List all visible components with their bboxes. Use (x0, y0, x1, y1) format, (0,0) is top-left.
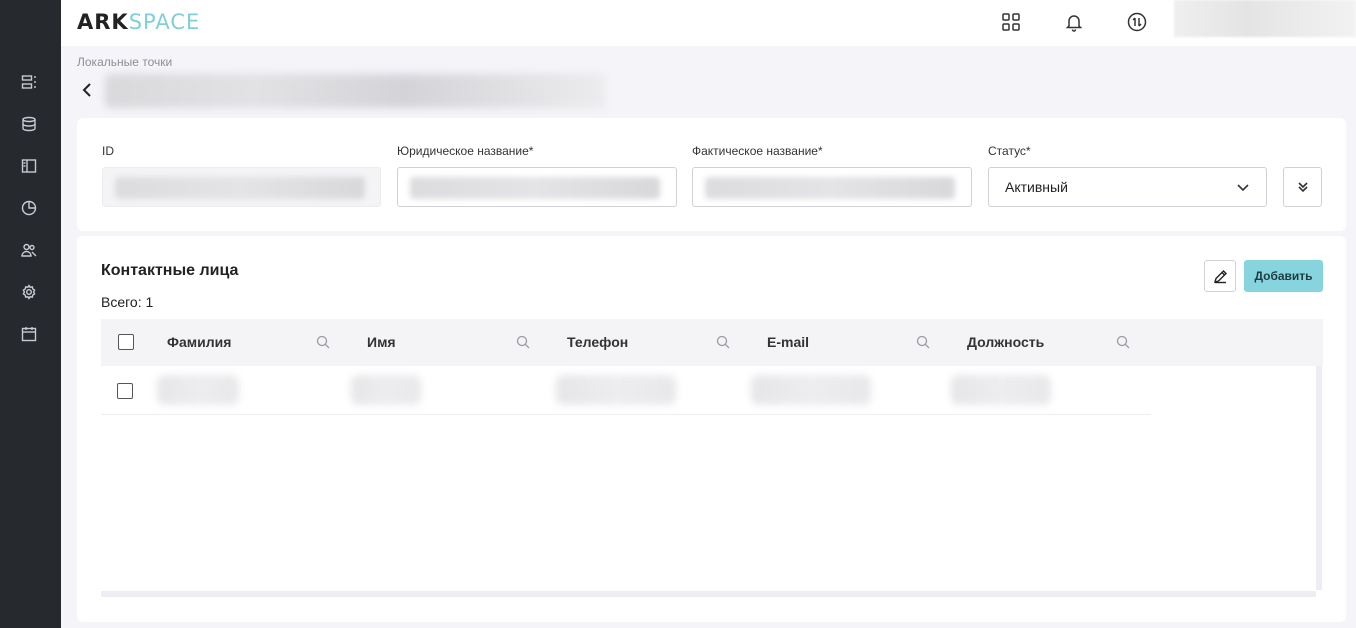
list-icon[interactable] (20, 73, 38, 91)
logo-space: SPACE (128, 10, 201, 34)
cell-firstname-redacted (351, 375, 421, 405)
vertical-scrollbar[interactable] (1316, 366, 1322, 590)
column-email[interactable]: E-mail (767, 334, 809, 350)
select-all-checkbox[interactable] (118, 334, 134, 350)
legal-name-label: Юридическое название* (397, 144, 534, 158)
contacts-card: Контактные лица Всего: 1 Добавить Фамили… (77, 236, 1346, 622)
status-label: Статус* (988, 144, 1031, 158)
contacts-total: Всего: 1 (101, 294, 154, 310)
cell-position-redacted (951, 375, 1051, 405)
details-card: ID Юридическое название* Фактическое наз… (77, 118, 1346, 231)
users-icon[interactable] (20, 241, 38, 259)
column-lastname[interactable]: Фамилия (167, 334, 231, 350)
legal-name-field[interactable] (397, 167, 677, 207)
row-checkbox[interactable] (117, 383, 133, 399)
gear-icon[interactable] (20, 283, 38, 301)
calendar-icon[interactable] (20, 325, 38, 343)
column-phone[interactable]: Телефон (567, 334, 628, 350)
edit-button[interactable] (1204, 260, 1236, 292)
contacts-title: Контактные лица (101, 262, 239, 279)
actual-name-value-redacted (705, 177, 955, 199)
cell-email-redacted (751, 375, 871, 405)
add-button[interactable]: Добавить (1244, 260, 1323, 292)
database-icon[interactable] (20, 115, 38, 133)
chevron-left-icon (82, 83, 91, 97)
logo[interactable]: ARKSPACE (77, 10, 200, 34)
search-icon[interactable] (1116, 335, 1130, 349)
horizontal-scrollbar[interactable] (101, 591, 1316, 597)
back-button[interactable] (80, 80, 98, 100)
pencil-icon (1213, 269, 1227, 283)
search-icon[interactable] (716, 335, 730, 349)
search-icon[interactable] (916, 335, 930, 349)
top-bar: ARKSPACE (61, 0, 1356, 46)
apps-grid-icon[interactable] (999, 10, 1023, 34)
double-chevron-down-icon (1297, 182, 1308, 193)
chart-pie-icon[interactable] (20, 199, 38, 217)
expand-button[interactable] (1283, 167, 1322, 207)
column-firstname[interactable]: Имя (367, 334, 396, 350)
breadcrumb[interactable]: Локальные точки (77, 55, 172, 69)
cell-phone-redacted (556, 375, 676, 405)
bell-icon[interactable] (1062, 10, 1086, 34)
exchange-icon[interactable] (1125, 10, 1149, 34)
user-profile[interactable] (1174, 0, 1356, 37)
status-select[interactable]: Активный (988, 167, 1267, 207)
sidebar (0, 0, 61, 628)
chevron-down-icon (1236, 180, 1250, 194)
legal-name-value-redacted (410, 177, 660, 199)
id-value-redacted (115, 177, 365, 199)
table-header: Фамилия Имя Телефон E-mail Должность (101, 319, 1323, 366)
panel-icon[interactable] (20, 157, 38, 175)
table-row[interactable] (101, 366, 1151, 415)
column-position[interactable]: Должность (967, 334, 1044, 350)
page-title-redacted (105, 74, 605, 108)
logo-ark: ARK (77, 10, 129, 34)
actual-name-label: Фактическое название* (692, 144, 823, 158)
actual-name-field[interactable] (692, 167, 972, 207)
status-value: Активный (1005, 179, 1068, 195)
cell-lastname-redacted (157, 375, 239, 405)
id-label: ID (102, 144, 114, 158)
search-icon[interactable] (516, 335, 530, 349)
search-icon[interactable] (316, 335, 330, 349)
id-field (102, 167, 381, 207)
